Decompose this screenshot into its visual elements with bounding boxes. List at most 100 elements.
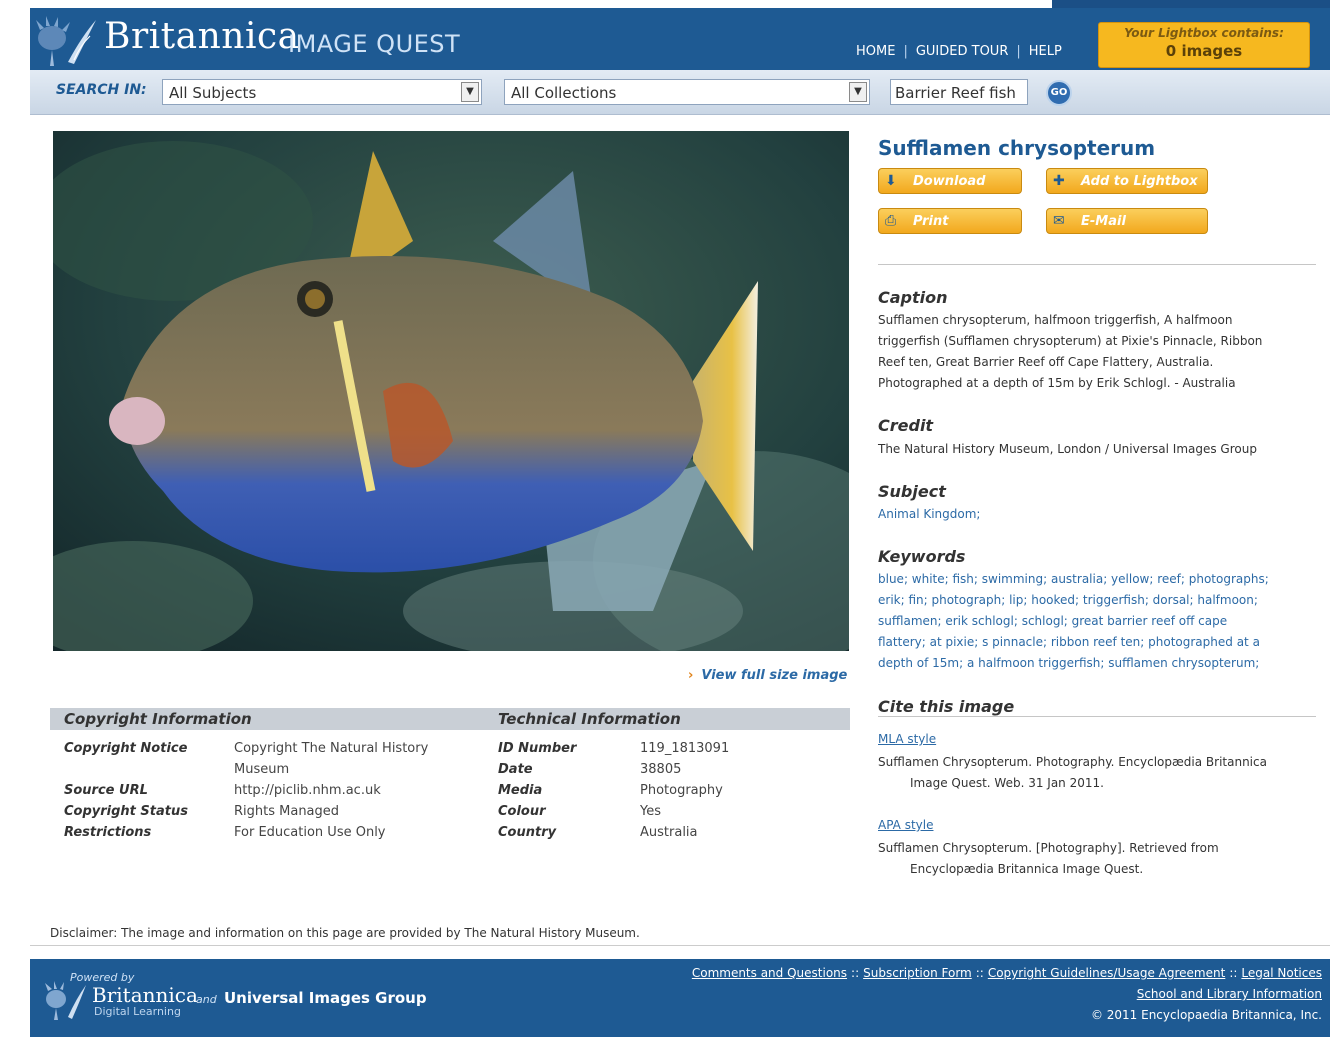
footer-links: Comments and Questions:: Subscription For… (692, 963, 1322, 1026)
print-button[interactable]: ⎙ Print (878, 208, 1022, 234)
image-title: Sufflamen chrysopterum (878, 136, 1156, 160)
image-details-panel: Sufflamen chrysopterum ⬇ Download ✚ Add … (878, 132, 1318, 892)
search-in-label: SEARCH IN: (56, 82, 147, 98)
source-url-value: http://piclib.nhm.ac.uk (234, 783, 381, 798)
go-button[interactable]: GO (1046, 80, 1072, 106)
top-strip (1052, 0, 1330, 8)
keywords-line[interactable]: depth of 15m; a halfmoon triggerfish; su… (878, 653, 1316, 674)
header: Britannica IMAGE QUEST HOME | GUIDED TOUR |… (30, 8, 1330, 70)
download-button-label: Download (913, 174, 986, 189)
comments-link[interactable]: Comments and Questions (692, 966, 847, 980)
keywords-list[interactable]: blue; white; fish; swimming; australia; … (878, 569, 1316, 674)
download-button[interactable]: ⬇ Download (878, 168, 1022, 194)
brand-logo-sub: IMAGE QUEST (288, 30, 461, 58)
keywords-line[interactable]: blue; white; fish; swimming; australia; … (878, 569, 1316, 590)
restrictions-value: For Education Use Only (234, 825, 386, 840)
collections-select[interactable]: All Collections ▼ (504, 79, 870, 105)
media-label: Media (498, 783, 543, 798)
thistle-logo-icon (45, 981, 86, 1020)
footer: Powered by Britannica Digital Learning a… (30, 959, 1330, 1037)
email-button[interactable]: ✉ E-Mail (1046, 208, 1208, 234)
cite-heading: Cite this image (878, 697, 1015, 716)
citation-line: Encyclopædia Britannica Image Quest. (910, 862, 1144, 876)
subject-heading: Subject (878, 482, 946, 501)
caption-line: triggerfish (Sufflamen chrysopterum) at … (878, 334, 1263, 348)
caption-text: Sufflamen chrysopterum, halfmoon trigger… (878, 310, 1316, 394)
page: Britannica IMAGE QUEST HOME | GUIDED TOUR |… (0, 0, 1330, 1040)
divider (878, 716, 1316, 717)
country-value: Australia (640, 825, 698, 840)
collections-select-value: All Collections (511, 84, 617, 102)
keywords-line[interactable]: sufflamen; erik schlogl; schlogl; great … (878, 611, 1316, 632)
info-header: Copyright Information Technical Informat… (50, 708, 850, 730)
print-button-label: Print (913, 214, 949, 229)
citation-line: Sufflamen Chrysopterum. Photography. Enc… (878, 755, 1267, 769)
envelope-icon: ✉ (1053, 213, 1065, 229)
caption-line: Sufflamen chrysopterum, halfmoon trigger… (878, 313, 1233, 327)
caption-heading: Caption (878, 288, 948, 307)
legal-notices-link[interactable]: Legal Notices (1241, 966, 1322, 980)
main-photo[interactable] (53, 131, 849, 651)
copyright-notice-value: Copyright The Natural History (234, 741, 429, 756)
keywords-line[interactable]: flattery; at pixie; s pinnacle; ribbon r… (878, 632, 1316, 653)
keywords-heading: Keywords (878, 547, 966, 566)
id-number-value: 119_1813091 (640, 741, 730, 756)
subject-link[interactable]: Animal Kingdom; (878, 504, 1316, 525)
add-to-lightbox-button[interactable]: ✚ Add to Lightbox (1046, 168, 1208, 194)
printer-icon: ⎙ (885, 213, 897, 229)
view-full-size-label: View full size image (701, 668, 848, 683)
citation-line: Image Quest. Web. 31 Jan 2011. (910, 776, 1104, 790)
country-label: Country (498, 825, 557, 840)
id-number-label: ID Number (498, 741, 577, 756)
caption-line: Reef ten, Great Barrier Reef off Cape Fl… (878, 355, 1214, 369)
caption-line: Photographed at a depth of 15m by Erik S… (878, 376, 1236, 390)
disclaimer-text: Disclaimer: The image and information on… (50, 926, 640, 940)
media-value: Photography (640, 783, 723, 798)
credit-text: The Natural History Museum, London / Uni… (878, 442, 1257, 456)
search-input[interactable]: Barrier Reef fish (890, 79, 1028, 105)
add-to-lightbox-label: Add to Lightbox (1081, 174, 1198, 189)
nav-guided-tour-link[interactable]: GUIDED TOUR (916, 44, 1009, 59)
nav-help-link[interactable]: HELP (1029, 44, 1062, 59)
copyright-info-heading: Copyright Information (64, 710, 252, 728)
chevron-down-icon[interactable]: ▼ (849, 82, 867, 102)
date-value: 38805 (640, 762, 682, 777)
top-nav: HOME | GUIDED TOUR | HELP (856, 44, 1062, 59)
nav-home-link[interactable]: HOME (856, 44, 895, 59)
info-panel: Copyright Information Technical Informat… (50, 708, 850, 908)
view-full-size-link[interactable]: › View full size image (688, 668, 847, 683)
lightbox-label: Your Lightbox contains: (1124, 26, 1284, 40)
lightbox-count: 0 images (1165, 42, 1243, 60)
copyright-notice-label: Copyright Notice (64, 741, 188, 756)
copyright-guidelines-link[interactable]: Copyright Guidelines/Usage Agreement (988, 966, 1226, 980)
keywords-line[interactable]: erik; fin; photograph; lip; hooked; trig… (878, 590, 1316, 611)
footer-brand[interactable]: Britannica (92, 983, 198, 1007)
divider (878, 264, 1316, 265)
source-url-label: Source URL (64, 783, 148, 798)
apa-style-link[interactable]: APA style (878, 818, 933, 832)
colour-label: Colour (498, 804, 546, 819)
technical-info-heading: Technical Information (498, 710, 681, 728)
lightbox-summary[interactable]: Your Lightbox contains: 0 images (1098, 22, 1310, 68)
mla-style-link[interactable]: MLA style (878, 732, 936, 746)
copyright-status-value: Rights Managed (234, 804, 340, 819)
footer-copyright: © 2011 Encyclopaedia Britannica, Inc. (1090, 1008, 1322, 1022)
footer-brand-sub: Digital Learning (94, 1005, 181, 1018)
school-library-link[interactable]: School and Library Information (1137, 987, 1322, 1001)
citation-line: Sufflamen Chrysopterum. [Photography]. R… (878, 841, 1219, 855)
triggerfish-photo-image (53, 131, 849, 651)
subscription-form-link[interactable]: Subscription Form (863, 966, 972, 980)
divider (30, 945, 1330, 946)
apa-citation: Sufflamen Chrysopterum. [Photography]. R… (878, 838, 1316, 880)
subjects-select[interactable]: All Subjects ▼ (162, 79, 482, 105)
restrictions-label: Restrictions (64, 825, 152, 840)
mla-citation: Sufflamen Chrysopterum. Photography. Enc… (878, 752, 1316, 794)
email-button-label: E-Mail (1081, 214, 1126, 229)
footer-and: and (196, 993, 217, 1006)
chevron-down-icon[interactable]: ▼ (461, 82, 479, 102)
colour-value: Yes (640, 804, 661, 819)
plus-icon: ✚ (1053, 173, 1065, 189)
copyright-notice-value-cont: Museum (234, 762, 290, 777)
brand-logo-text[interactable]: Britannica (104, 16, 300, 57)
footer-partner: Universal Images Group (224, 989, 427, 1007)
